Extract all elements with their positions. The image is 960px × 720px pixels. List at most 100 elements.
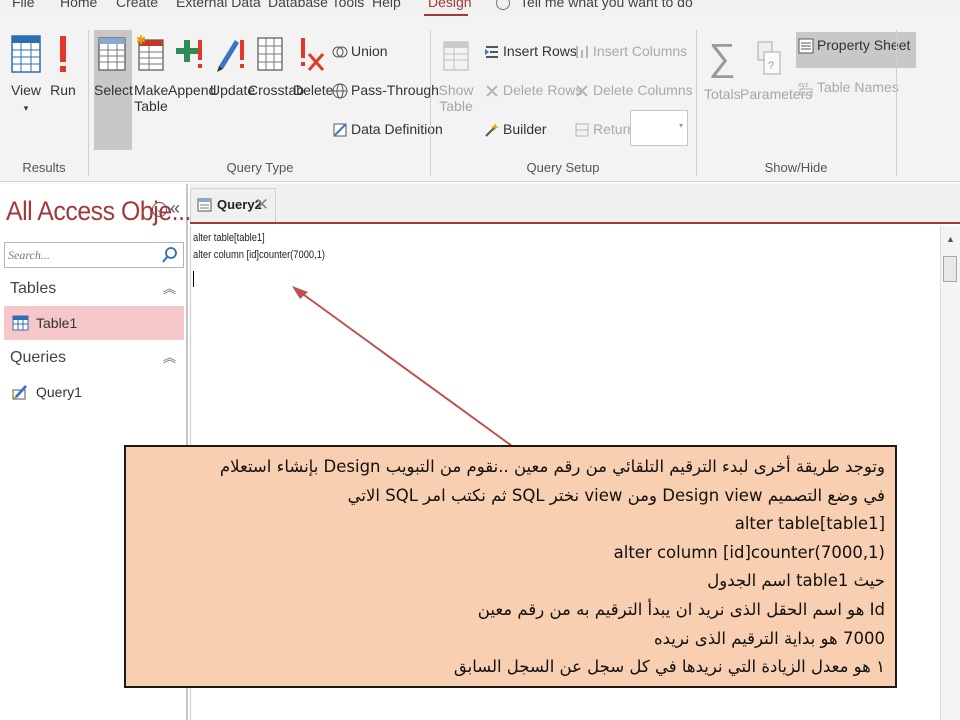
group-separator (430, 30, 431, 176)
insert-rows-button[interactable]: Insert Rows (484, 40, 577, 62)
callout-line: ١ هو معدل الزيادة التي نريدها في كل سجل … (453, 657, 885, 677)
tab-file[interactable]: File (12, 0, 35, 10)
tab-design[interactable]: Design (428, 0, 472, 10)
nav-item-label: Table1 (36, 315, 78, 331)
show-hide-group-label: Show/Hide (764, 160, 828, 175)
delete-rows-label: Delete Rows (503, 82, 583, 98)
svg-text:?: ? (768, 60, 774, 72)
delete-columns-icon (576, 85, 588, 98)
totals-label: Totals (704, 86, 741, 102)
nav-section-label: Tables (10, 280, 57, 297)
collapse-section-icon[interactable]: ︽ (163, 276, 176, 302)
data-definition-button[interactable]: Data Definition (332, 118, 443, 140)
sql-line: alter table[table1] (193, 232, 265, 244)
append-icon (176, 40, 202, 68)
view-label: View (10, 82, 42, 98)
run-button[interactable]: Run (48, 34, 78, 98)
totals-button[interactable]: ∑ Totals (704, 37, 741, 102)
append-button[interactable]: Append (168, 34, 216, 98)
return-dropdown[interactable]: ▾ (630, 110, 688, 146)
crosstab-icon (257, 37, 283, 71)
group-separator (88, 30, 89, 176)
update-button[interactable]: Update (210, 34, 255, 98)
document-tab-query2[interactable]: Query2 ✕ (190, 188, 276, 222)
nav-item-label: Query1 (36, 384, 82, 400)
search-icon[interactable] (161, 246, 179, 264)
document-tab-bar: Query2 ✕ (190, 184, 960, 224)
make-table-label-1: Make (134, 82, 169, 98)
callout-line: 7000 هو بداية الترقيم الذى نريده (653, 628, 885, 648)
builder-button[interactable]: Builder (484, 118, 547, 140)
property-sheet-button[interactable]: Property Sheet (796, 32, 917, 68)
table-icon (12, 315, 29, 331)
delete-columns-label: Delete Columns (593, 82, 693, 98)
delete-button[interactable]: Delete (293, 34, 333, 98)
sql-line: alter column [id]counter(7000,1) (193, 249, 326, 261)
insert-rows-label: Insert Rows (503, 43, 577, 59)
sql-code: alter table[table1] alter column [id]coun… (193, 230, 325, 264)
scroll-up-icon[interactable]: ▲ (946, 234, 955, 244)
query-type-group-label: Query Type (226, 160, 294, 175)
delete-rows-icon (486, 85, 498, 98)
crosstab-button[interactable]: Crosstab (248, 34, 304, 98)
nav-item-table1[interactable]: Table1 (4, 306, 184, 340)
make-table-button[interactable]: ✱ Make Table (134, 34, 168, 114)
tell-me-box[interactable]: Tell me what you want to do (496, 0, 693, 11)
chevron-down-icon[interactable]: ⌄ (152, 202, 167, 217)
svg-text:xyz: xyz (798, 82, 809, 89)
view-dropdown-icon: ▾ (23, 103, 29, 114)
delete-columns-button[interactable]: Delete Columns (574, 79, 693, 101)
callout-line: alter column [id]counter(7000,1) (613, 542, 885, 562)
tab-home[interactable]: Home (60, 0, 97, 10)
tab-external-data[interactable]: External Data (176, 0, 261, 10)
tab-help[interactable]: Help (372, 0, 401, 10)
pass-through-button[interactable]: Pass-Through (332, 79, 439, 101)
delete-rows-button[interactable]: Delete Rows (484, 79, 582, 101)
builder-wand-icon (485, 123, 499, 138)
collapse-pane-icon[interactable]: « (170, 198, 180, 219)
nav-item-query1[interactable]: Query1 (4, 375, 184, 409)
delete-query-icon (301, 38, 325, 71)
ribbon-tab-strip: File Home Create External Data Database … (0, 0, 960, 16)
callout-line: alter table[table1] (734, 514, 885, 534)
collapse-section-icon[interactable]: ︽ (163, 345, 176, 371)
union-button[interactable]: Union (332, 40, 388, 62)
text-caret (193, 271, 194, 287)
view-button[interactable]: View ▾ (6, 34, 46, 114)
sql-query-icon (197, 198, 212, 212)
svg-text:✱: ✱ (136, 34, 146, 47)
insert-columns-label: Insert Columns (593, 43, 688, 59)
scrollbar-thumb[interactable] (943, 256, 957, 282)
table-names-label: Table Names (817, 79, 899, 95)
make-table-label-2: Table (134, 98, 168, 115)
show-table-button[interactable]: Show Table (436, 34, 476, 114)
group-separator (896, 30, 897, 176)
chevron-down-icon: ▾ (678, 121, 683, 130)
nav-section-tables[interactable]: Tables ︽ (0, 276, 186, 302)
ribbon: View ▾ Run Results Select ✱ Make Table A… (0, 16, 960, 182)
callout-line: حيث table1 اسم الجدول (707, 571, 885, 591)
property-sheet-icon (798, 38, 814, 54)
tab-database-tools[interactable]: Database Tools (268, 0, 364, 10)
close-icon[interactable]: ✕ (255, 189, 269, 221)
nav-section-label: Queries (10, 349, 67, 366)
table-names-icon: xyz (798, 82, 813, 96)
table-names-button[interactable]: xyz Table Names (798, 76, 899, 98)
search-input[interactable] (5, 243, 155, 267)
parameters-button[interactable]: ? Parameters (740, 38, 812, 102)
select-query-icon (98, 37, 126, 71)
query-setup-group-label: Query Setup (526, 160, 600, 175)
annotation-callout: وتوجد طريقة أخرى لبدء الترقيم التلقائي م… (124, 445, 897, 688)
sigma-icon: ∑ (708, 37, 736, 79)
nav-section-queries[interactable]: Queries ︽ (0, 345, 186, 371)
nav-search (4, 242, 184, 268)
callout-line: وتوجد طريقة أخرى لبدء الترقيم التلقائي م… (219, 457, 885, 476)
insert-columns-button[interactable]: Insert Columns (574, 40, 687, 62)
vertical-scrollbar[interactable]: ▲ (940, 226, 960, 720)
lightbulb-icon (496, 0, 510, 11)
tab-create[interactable]: Create (116, 0, 158, 10)
data-definition-icon (333, 123, 347, 137)
delete-label: Delete (293, 82, 334, 98)
callout-line: Id هو اسم الحقل الذى نريد ان يبدأ الترقي… (477, 599, 885, 619)
select-query-button[interactable]: Select (94, 30, 133, 150)
